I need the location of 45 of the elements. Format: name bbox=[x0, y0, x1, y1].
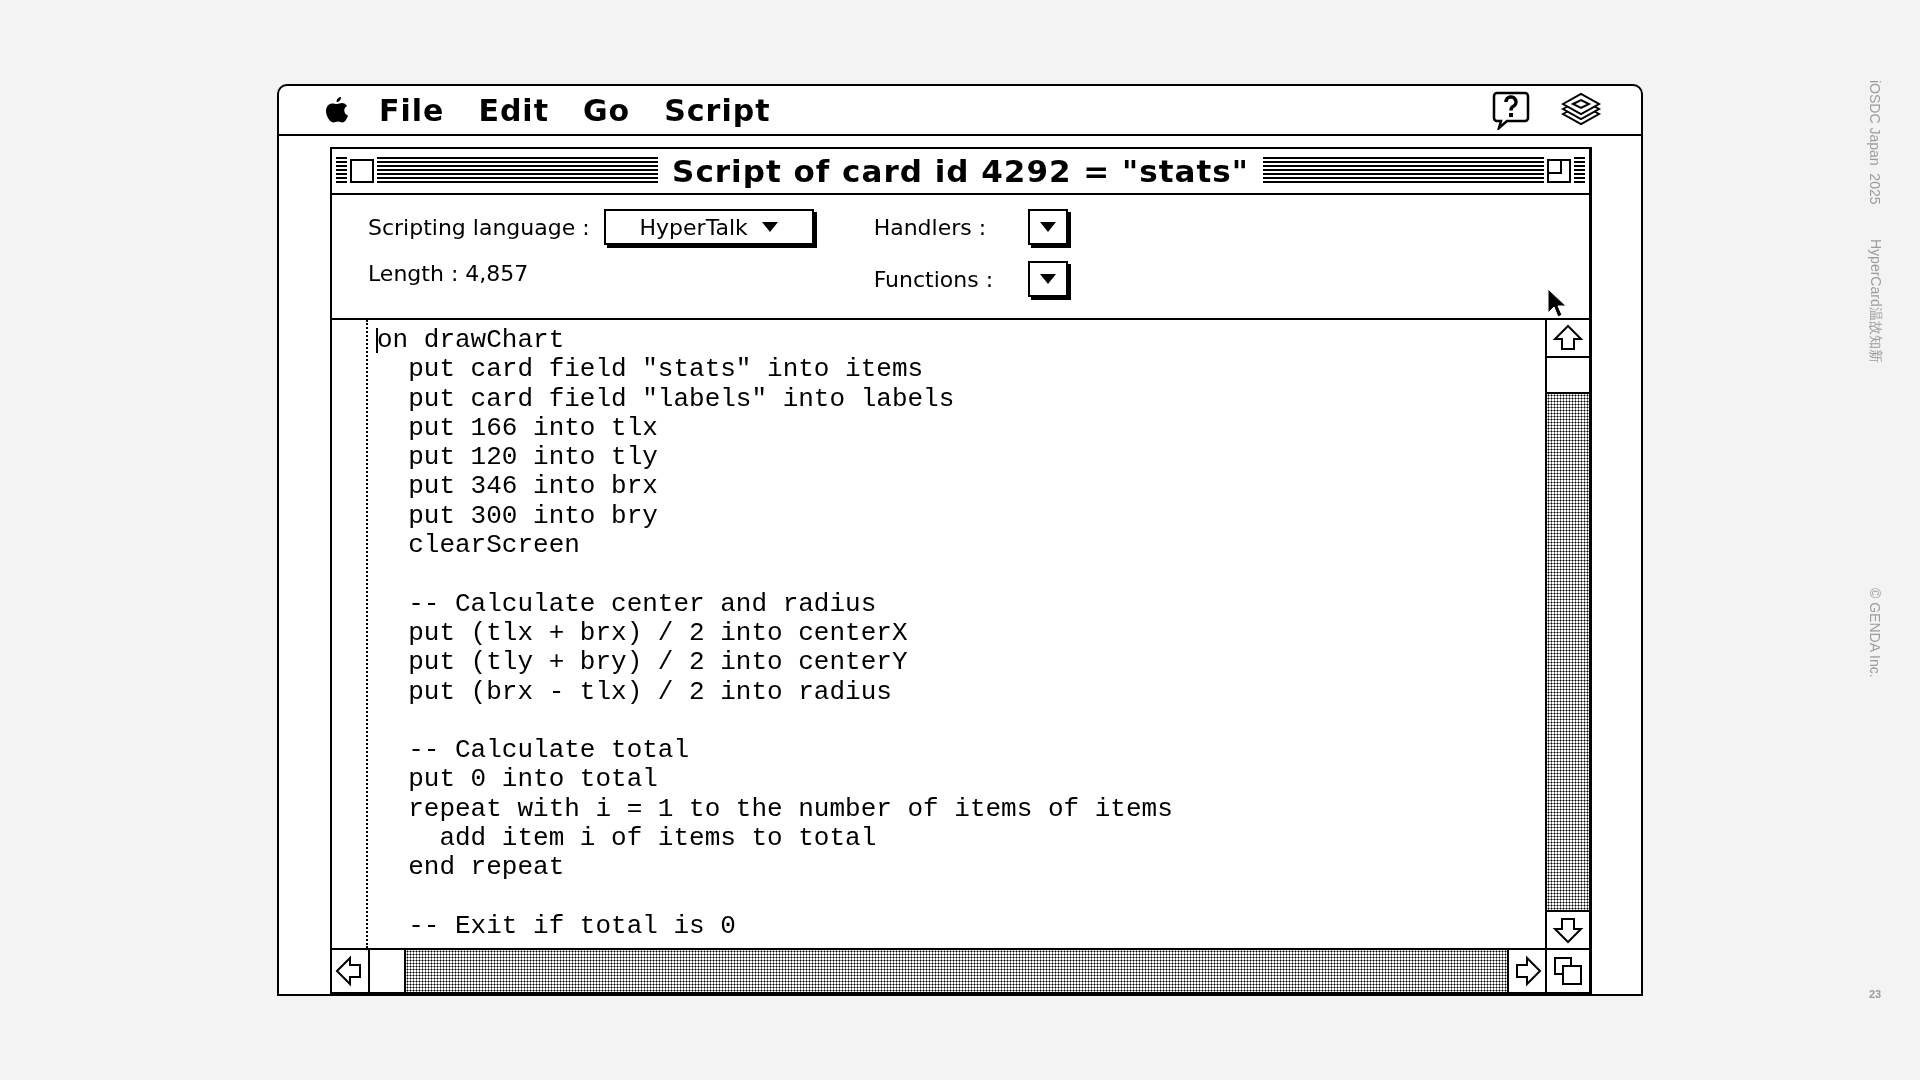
functions-popup[interactable] bbox=[1027, 261, 1068, 297]
code-line: end repeat bbox=[407, 853, 566, 883]
code-line: -- Exit if total is 0 bbox=[407, 909, 737, 942]
scripting-language-label: Scripting language : bbox=[368, 214, 590, 240]
help-balloon-icon[interactable] bbox=[1491, 90, 1531, 130]
code-line: put (tly + bry) / 2 into centerY bbox=[407, 648, 909, 678]
handlers-label: Handlers : bbox=[873, 214, 988, 240]
window-title: Script of card id 4292 = "stats" bbox=[672, 153, 1249, 189]
copyright-text: © GENDA Inc. bbox=[1867, 588, 1883, 678]
zoom-box[interactable] bbox=[1547, 159, 1571, 183]
code-line: put 166 into tlx bbox=[407, 413, 659, 444]
dropdown-triangle-icon bbox=[761, 222, 778, 232]
menu-item[interactable]: Script bbox=[664, 92, 771, 128]
talk-title: HyperCard温故知新 bbox=[1867, 238, 1884, 363]
code-line: on drawChart bbox=[377, 326, 566, 356]
close-box[interactable] bbox=[350, 159, 374, 183]
code-line: -- Calculate total bbox=[407, 734, 691, 766]
code-line: repeat with i = 1 to the number of items of items bbox=[407, 794, 1173, 825]
code-line: put card field "stats" into items bbox=[407, 355, 925, 385]
length-label: Length : 4,857 bbox=[368, 260, 529, 286]
code-line: put (brx - tlx) / 2 into radius bbox=[407, 677, 893, 707]
code-line: put 346 into brx bbox=[407, 472, 659, 502]
card-stack-icon[interactable] bbox=[1559, 92, 1603, 128]
dropdown-triangle-icon bbox=[1039, 274, 1056, 284]
code-line: clearScreen bbox=[407, 531, 581, 561]
code-line: put card field "labels" into labels bbox=[407, 384, 956, 414]
code-line: -- Calculate center and radius bbox=[407, 587, 878, 619]
code-line: put 0 into total bbox=[407, 765, 659, 795]
apple-icon[interactable] bbox=[325, 96, 349, 124]
functions-label: Functions : bbox=[873, 266, 995, 292]
code-line: put 300 into bry bbox=[407, 501, 659, 532]
language-popup[interactable]: HyperTalk bbox=[603, 209, 814, 245]
code-line: add item i of items to total bbox=[438, 824, 878, 854]
vertical-scrollbar[interactable] bbox=[1545, 320, 1589, 948]
menu-item[interactable]: Go bbox=[583, 92, 631, 128]
page-number: 23 bbox=[1868, 988, 1882, 1000]
dropdown-triangle-icon bbox=[1039, 222, 1056, 232]
event-name: iOSDC Japan 2025 bbox=[1867, 80, 1883, 205]
menu-item[interactable]: File bbox=[379, 92, 445, 128]
handlers-popup[interactable] bbox=[1027, 209, 1068, 245]
code-line: put (tlx + brx) / 2 into centerX bbox=[407, 618, 909, 649]
scroll-thumb[interactable] bbox=[368, 950, 406, 992]
code-line: put 120 into tly bbox=[407, 443, 659, 473]
menu-item[interactable]: Edit bbox=[478, 92, 549, 128]
scroll-thumb[interactable] bbox=[1547, 356, 1589, 394]
